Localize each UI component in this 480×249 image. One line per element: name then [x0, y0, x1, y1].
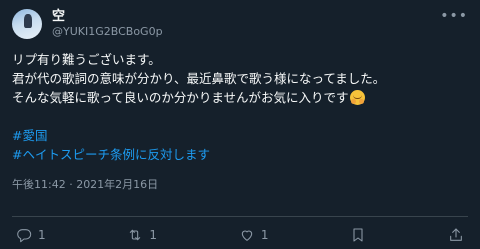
tweet-text-line: リプ有り難うございます。	[12, 52, 161, 67]
action-bar: 1 1 1	[16, 225, 464, 245]
hashtag-link[interactable]: #愛国	[12, 126, 47, 145]
reply-count: 1	[38, 228, 46, 242]
divider	[12, 216, 468, 217]
retweet-button[interactable]: 1	[127, 227, 157, 243]
tweet-text-line: そんな気軽に歌って良いのか分かりませんがお気に入りです	[12, 88, 468, 107]
user-handle[interactable]: @YUKI1G2BCBoG0p	[52, 25, 163, 39]
retweet-icon	[130, 229, 141, 241]
tweet-header: 空 @YUKI1G2BCBoG0p •••	[12, 6, 468, 42]
bookmark-button[interactable]	[350, 227, 366, 243]
tweet-text-line-content: そんな気軽に歌って良いのか分かりませんがお気に入りです	[12, 90, 349, 105]
user-info: 空 @YUKI1G2BCBoG0p	[52, 9, 163, 39]
hugging-face-emoji-icon	[349, 90, 365, 105]
tweet-card: 空 @YUKI1G2BCBoG0p ••• リプ有り難うございます。 君が代の歌…	[0, 0, 480, 249]
tweet-timestamp[interactable]: 午後11:42 · 2021年2月16日	[12, 176, 468, 194]
like-icon	[241, 230, 253, 241]
retweet-count: 1	[149, 228, 158, 242]
hashtag-link[interactable]: #ヘイトスピーチ条例に反対します	[12, 145, 210, 164]
bookmark-icon	[353, 228, 363, 242]
reply-icon	[17, 229, 32, 243]
reply-button[interactable]: 1	[16, 227, 46, 243]
avatar[interactable]	[12, 9, 42, 39]
tweet-text-line: 君が代の歌詞の意味が分かり、最近鼻歌で歌う様になってました。	[12, 71, 386, 86]
share-button[interactable]	[448, 227, 464, 243]
share-icon	[450, 228, 462, 241]
more-horizontal-icon[interactable]: •••	[440, 8, 468, 24]
like-count: 1	[260, 228, 269, 242]
display-name[interactable]: 空	[52, 9, 163, 25]
hashtag-list: #愛国 #ヘイトスピーチ条例に反対します	[12, 126, 468, 164]
tweet-text: リプ有り難うございます。 君が代の歌詞の意味が分かり、最近鼻歌で歌う様になってま…	[12, 50, 468, 107]
like-button[interactable]: 1	[239, 227, 269, 243]
